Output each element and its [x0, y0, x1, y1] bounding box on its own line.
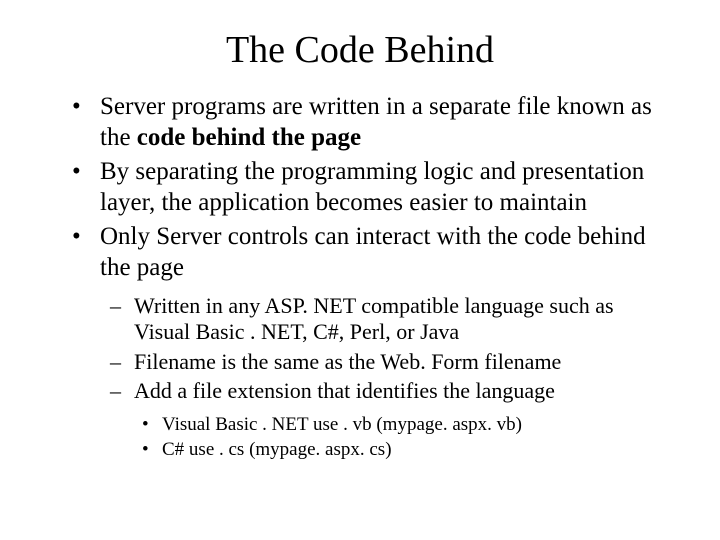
bullet-list-level1: Server programs are written in a separat…	[50, 92, 670, 283]
sub-bullet-1: Written in any ASP. NET compatible langu…	[110, 293, 670, 346]
bullet-list-level2: Written in any ASP. NET compatible langu…	[50, 293, 670, 405]
bullet-2: By separating the programming logic and …	[72, 157, 670, 218]
subsub-bullet-2: C# use . cs (mypage. aspx. cs)	[142, 438, 670, 462]
bullet-list-level3: Visual Basic . NET use . vb (mypage. asp…	[50, 413, 670, 463]
subsub-bullet-1: Visual Basic . NET use . vb (mypage. asp…	[142, 413, 670, 437]
slide: The Code Behind Server programs are writ…	[0, 0, 720, 540]
bullet-1-text-bold: code behind the page	[137, 124, 361, 151]
sub-bullet-2: Filename is the same as the Web. Form fi…	[110, 349, 670, 375]
slide-title: The Code Behind	[50, 28, 670, 72]
bullet-1: Server programs are written in a separat…	[72, 92, 670, 153]
sub-bullet-3: Add a file extension that identifies the…	[110, 378, 670, 404]
bullet-3: Only Server controls can interact with t…	[72, 222, 670, 283]
